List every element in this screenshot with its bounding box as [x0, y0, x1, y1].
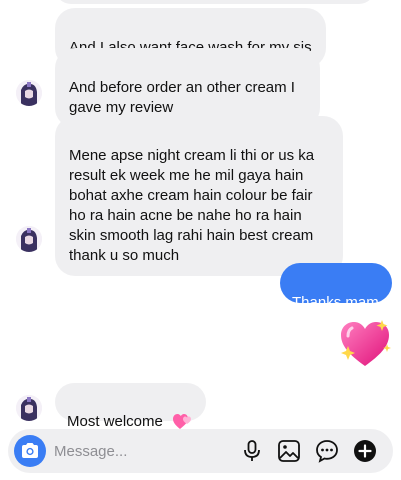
avatar[interactable]	[16, 226, 42, 252]
message-bubble-incoming[interactable]: Most welcome	[55, 383, 206, 430]
camera-icon	[22, 443, 38, 458]
message-bubble-incoming[interactable]: Mene apse night cream li thi or us ka re…	[55, 116, 343, 276]
microphone-icon	[244, 440, 260, 461]
message-composer	[8, 429, 393, 473]
plus-icon	[354, 440, 376, 462]
message-text: Most welcome	[67, 413, 163, 430]
message-text: Mene apse night cream li thi or us ka re…	[69, 147, 315, 264]
message-input[interactable]	[54, 440, 234, 462]
message-bubble-partial	[55, 0, 375, 4]
message-bubble-outgoing[interactable]: Thanks mam	[280, 263, 392, 311]
avatar[interactable]	[16, 80, 42, 106]
camera-button[interactable]	[14, 435, 46, 467]
sticker-button[interactable]	[315, 439, 339, 463]
gallery-icon	[278, 440, 300, 462]
sticker-icon	[316, 440, 338, 463]
message-text: Thanks mam	[292, 294, 379, 311]
more-button[interactable]	[353, 439, 377, 463]
avatar[interactable]	[16, 395, 42, 421]
sparkling-heart-icon[interactable]	[338, 318, 392, 375]
message-text: And before order an other cream I gave m…	[69, 79, 295, 116]
microphone-button[interactable]	[240, 439, 264, 463]
gallery-button[interactable]	[277, 439, 301, 463]
